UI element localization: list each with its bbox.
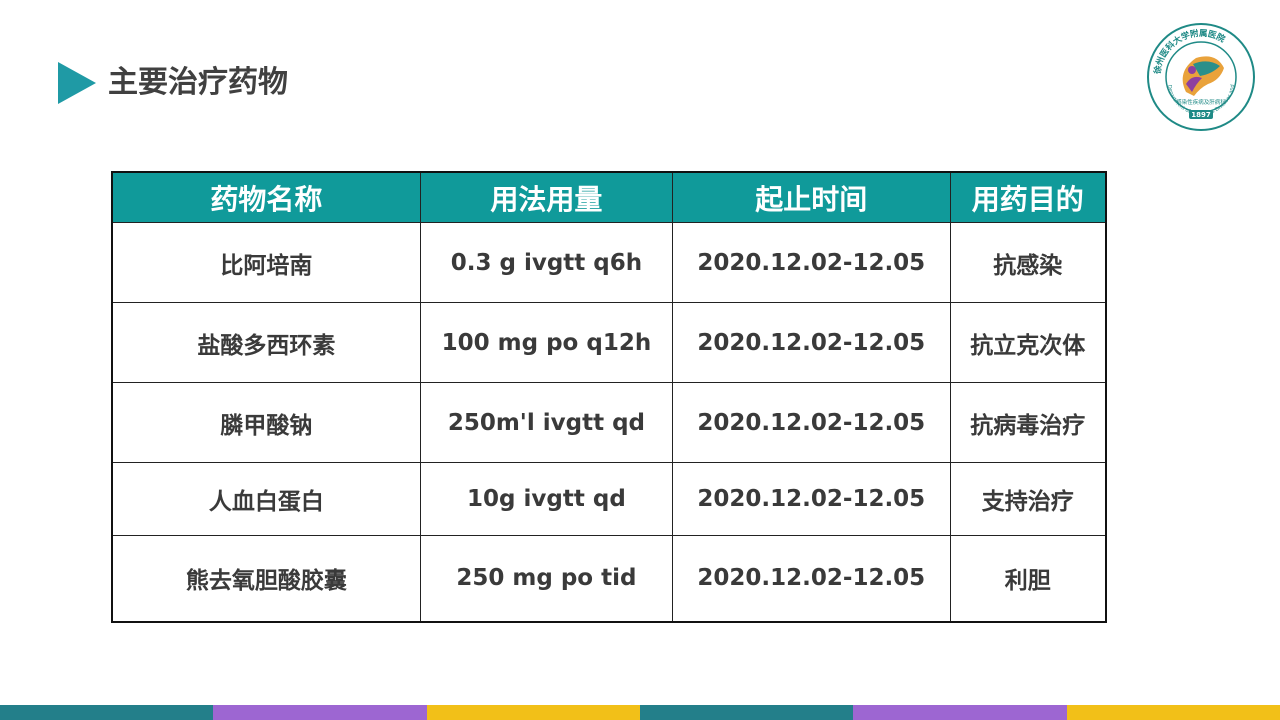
cell-dosage: 0.3 g ivgtt q6h — [419, 222, 674, 303]
cell-drug-name: 比阿培南 — [111, 222, 421, 303]
cell-period: 2020.12.02-12.05 — [672, 382, 951, 463]
bar-segment — [0, 705, 214, 720]
cell-dosage: 250m'l ivgtt qd — [419, 382, 674, 463]
medication-table: 药物名称 用法用量 起止时间 用药目的 比阿培南 0.3 g ivgtt q6h… — [111, 171, 1107, 623]
table-row: 比阿培南 0.3 g ivgtt q6h 2020.12.02-12.05 抗感… — [111, 222, 1107, 303]
cell-dosage: 100 mg po q12h — [419, 302, 674, 383]
table-row: 人血白蛋白 10g ivgtt qd 2020.12.02-12.05 支持治疗 — [111, 462, 1107, 536]
slide-title: 主要治疗药物 — [108, 65, 288, 100]
bar-segment — [639, 705, 854, 720]
table-row: 熊去氧胆酸胶囊 250 mg po tid 2020.12.02-12.05 利… — [111, 535, 1107, 622]
table-header-row: 药物名称 用法用量 起止时间 用药目的 — [111, 171, 1107, 223]
table-row: 盐酸多西环素 100 mg po q12h 2020.12.02-12.05 抗… — [111, 302, 1107, 383]
header-purpose: 用药目的 — [949, 171, 1107, 223]
header-period: 起止时间 — [672, 171, 951, 223]
header-dosage: 用法用量 — [419, 171, 674, 223]
bar-segment — [213, 705, 427, 720]
bottom-color-bar — [0, 705, 1280, 720]
logo-year: 1897 — [1191, 111, 1211, 119]
cell-purpose: 利胆 — [949, 535, 1107, 622]
hospital-logo: 徐州医科大学附属医院 Department of Infectious Dise… — [1146, 22, 1255, 131]
cell-period: 2020.12.02-12.05 — [672, 222, 951, 303]
cell-dosage: 250 mg po tid — [419, 535, 674, 622]
cell-period: 2020.12.02-12.05 — [672, 462, 951, 536]
cell-purpose: 抗立克次体 — [949, 302, 1107, 383]
bar-segment — [1066, 705, 1280, 720]
cell-purpose: 抗感染 — [949, 222, 1107, 303]
cell-period: 2020.12.02-12.05 — [672, 302, 951, 383]
bar-segment — [853, 705, 1067, 720]
cell-drug-name: 熊去氧胆酸胶囊 — [111, 535, 421, 622]
header-drug-name: 药物名称 — [111, 171, 421, 223]
cell-purpose: 抗病毒治疗 — [949, 382, 1107, 463]
cell-purpose: 支持治疗 — [949, 462, 1107, 536]
logo-inner-text: 感染性疾病及肝病科 — [1176, 98, 1226, 106]
cell-dosage: 10g ivgtt qd — [419, 462, 674, 536]
title-arrow-icon — [58, 62, 96, 104]
table-row: 膦甲酸钠 250m'l ivgtt qd 2020.12.02-12.05 抗病… — [111, 382, 1107, 463]
cell-drug-name: 膦甲酸钠 — [111, 382, 421, 463]
cell-period: 2020.12.02-12.05 — [672, 535, 951, 622]
cell-drug-name: 盐酸多西环素 — [111, 302, 421, 383]
bar-segment — [426, 705, 640, 720]
cell-drug-name: 人血白蛋白 — [111, 462, 421, 536]
